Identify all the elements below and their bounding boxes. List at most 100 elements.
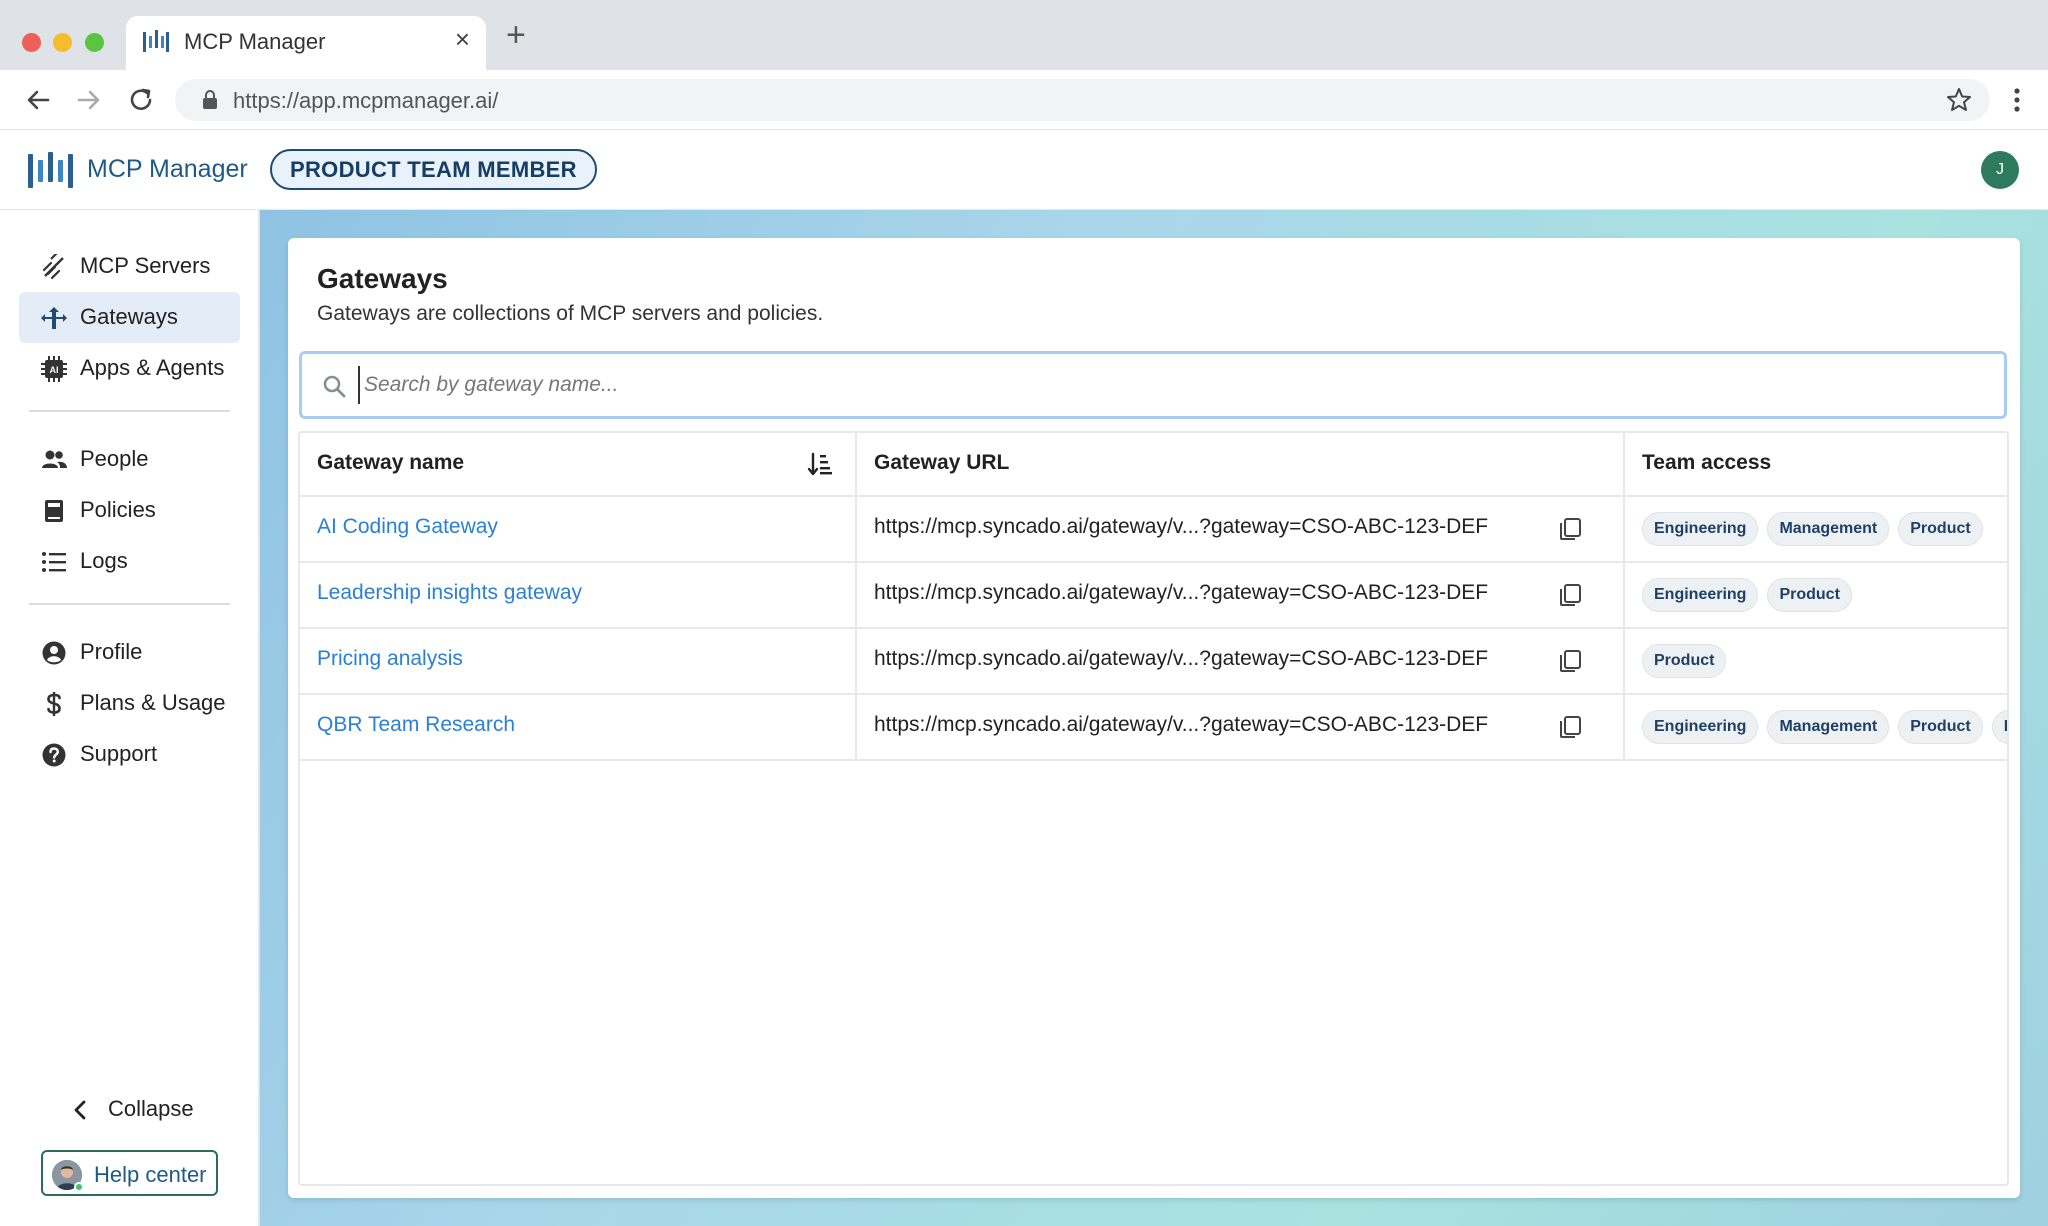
close-window-button[interactable] — [22, 33, 41, 52]
sidebar-item-profile[interactable]: Profile — [19, 627, 240, 678]
sidebar-item-label: Logs — [80, 548, 128, 573]
gateway-url-cell: https://mcp.syncado.ai/gateway/v...?gate… — [857, 497, 1625, 561]
table-row: QBR Team Research https://mcp.syncado.ai… — [300, 695, 2007, 761]
copy-icon[interactable] — [1557, 582, 1583, 608]
gateways-card: Gateways Gateways are collections of MCP… — [288, 238, 2020, 1198]
sidebar-item-logs[interactable]: Logs — [19, 536, 240, 587]
sidebar-item-label: Gateways — [80, 304, 178, 329]
gateway-name-link[interactable]: AI Coding Gateway — [317, 515, 498, 539]
online-status-dot — [74, 1182, 84, 1192]
team-tag: Engineering — [1642, 512, 1759, 546]
team-access-cell: EngineeringManagementProduct Design — [1625, 695, 2007, 759]
team-tag: Engineering — [1642, 710, 1759, 744]
team-tag: Product — [1898, 710, 1983, 744]
plug-icon — [42, 254, 64, 280]
mcp-manager-logo-icon[interactable] — [28, 150, 74, 190]
gateway-name-link[interactable]: QBR Team Research — [317, 713, 515, 737]
column-header-team-access: Team access — [1625, 433, 2007, 495]
search-input[interactable] — [358, 366, 1958, 404]
collapse-label: Collapse — [108, 1096, 194, 1121]
table-row: Leadership insights gateway https://mcp.… — [300, 563, 2007, 629]
chevron-left-icon — [74, 1100, 86, 1120]
gateway-name-cell: QBR Team Research — [300, 695, 857, 759]
forward-icon[interactable] — [73, 84, 105, 116]
page-title: Gateways — [317, 263, 448, 294]
app-header: MCP Manager PRODUCT TEAM MEMBER J — [0, 130, 2048, 210]
svg-text:AI: AI — [50, 365, 59, 375]
table-header: Gateway name Gateway URL Team access — [300, 433, 2007, 497]
team-tag: Engineering — [1642, 578, 1759, 612]
gateway-url-text: https://mcp.syncado.ai/gateway/v...?gate… — [874, 713, 1489, 736]
gateway-name-link[interactable]: Leadership insights gateway — [317, 581, 582, 605]
list-icon — [42, 552, 66, 572]
gateway-url-text: https://mcp.syncado.ai/gateway/v...?gate… — [874, 515, 1489, 538]
copy-icon[interactable] — [1557, 648, 1583, 674]
sidebar-item-label: Policies — [80, 497, 156, 522]
search-box[interactable] — [299, 351, 2007, 419]
gateways-table: Gateway name Gateway URL Team access AI … — [298, 431, 2009, 1186]
gateway-name-link[interactable]: Pricing analysis — [317, 647, 463, 671]
column-header-gateway-name[interactable]: Gateway name — [300, 433, 857, 495]
people-icon — [42, 450, 67, 468]
sidebar-item-mcp-servers[interactable]: MCP Servers — [19, 241, 240, 292]
address-bar[interactable]: https://app.mcpmanager.ai/ — [175, 79, 1990, 121]
sidebar-item-people[interactable]: People — [19, 434, 240, 485]
copy-icon[interactable] — [1557, 516, 1583, 542]
mcp-logo-icon — [143, 30, 169, 52]
sidebar: MCP Servers Gateways AI Apps & Agents Pe… — [0, 210, 259, 1226]
team-tag: Product — [1642, 644, 1727, 678]
gateway-name-cell: AI Coding Gateway — [300, 497, 857, 561]
url-text: https://app.mcpmanager.ai/ — [233, 88, 499, 113]
reload-icon[interactable] — [125, 84, 157, 116]
sidebar-divider — [29, 410, 230, 412]
sidebar-divider — [29, 603, 230, 605]
close-tab-icon[interactable]: × — [455, 26, 470, 52]
help-center-label: Help center — [94, 1162, 207, 1187]
column-header-label: Gateway URL — [874, 451, 1010, 474]
sidebar-item-label: Plans & Usage — [80, 690, 226, 715]
collapse-button[interactable]: Collapse — [70, 1090, 210, 1130]
back-icon[interactable] — [22, 84, 54, 116]
sidebar-item-apps-agents[interactable]: AI Apps & Agents — [19, 343, 240, 394]
browser-toolbar: https://app.mcpmanager.ai/ — [0, 70, 2048, 130]
gateway-url-cell: https://mcp.syncado.ai/gateway/v...?gate… — [857, 629, 1625, 693]
sidebar-item-label: Profile — [80, 639, 143, 664]
table-row: AI Coding Gateway https://mcp.syncado.ai… — [300, 497, 2007, 563]
sidebar-item-label: MCP Servers — [80, 253, 211, 278]
maximize-window-button[interactable] — [85, 33, 104, 52]
bookmark-star-icon[interactable] — [1946, 87, 1972, 113]
browser-tab[interactable]: MCP Manager × — [126, 16, 486, 70]
dollar-icon — [47, 692, 61, 716]
gateway-url-cell: https://mcp.syncado.ai/gateway/v...?gate… — [857, 563, 1625, 627]
sidebar-item-support[interactable]: Support — [19, 729, 240, 780]
question-icon — [42, 743, 66, 767]
sidebar-item-policies[interactable]: Policies — [19, 485, 240, 536]
new-tab-icon[interactable]: + — [506, 18, 526, 52]
browser-menu-icon[interactable] — [2005, 84, 2029, 116]
gateway-icon — [41, 307, 67, 329]
app-name[interactable]: MCP Manager — [87, 155, 248, 184]
gateway-url-cell: https://mcp.syncado.ai/gateway/v...?gate… — [857, 695, 1625, 759]
table-row: Pricing analysis https://mcp.syncado.ai/… — [300, 629, 2007, 695]
role-badge: PRODUCT TEAM MEMBER — [270, 149, 597, 190]
sidebar-item-label: People — [80, 446, 149, 471]
team-access-cell: Engineering Product — [1625, 563, 2007, 627]
minimize-window-button[interactable] — [53, 33, 72, 52]
user-avatar[interactable]: J — [1981, 151, 2019, 189]
page-subtitle: Gateways are collections of MCP servers … — [317, 302, 824, 325]
sidebar-item-plans-usage[interactable]: Plans & Usage — [19, 678, 240, 729]
sidebar-item-gateways[interactable]: Gateways — [19, 292, 240, 343]
sort-descending-icon[interactable] — [807, 451, 833, 477]
ai-chip-icon: AI — [41, 356, 67, 382]
search-icon — [323, 375, 346, 398]
user-circle-icon — [42, 641, 66, 665]
gateway-url-text: https://mcp.syncado.ai/gateway/v...?gate… — [874, 647, 1489, 670]
team-tag: Design — [1991, 710, 2007, 744]
copy-icon[interactable] — [1557, 714, 1583, 740]
help-center-button[interactable]: Help center — [41, 1150, 218, 1196]
team-access-cell: Product — [1625, 629, 2007, 693]
column-header-label: Team access — [1642, 451, 1772, 474]
team-access-cell: Engineering Management Product — [1625, 497, 2007, 561]
team-tag: Product — [1898, 512, 1983, 546]
column-header-gateway-url: Gateway URL — [857, 433, 1625, 495]
